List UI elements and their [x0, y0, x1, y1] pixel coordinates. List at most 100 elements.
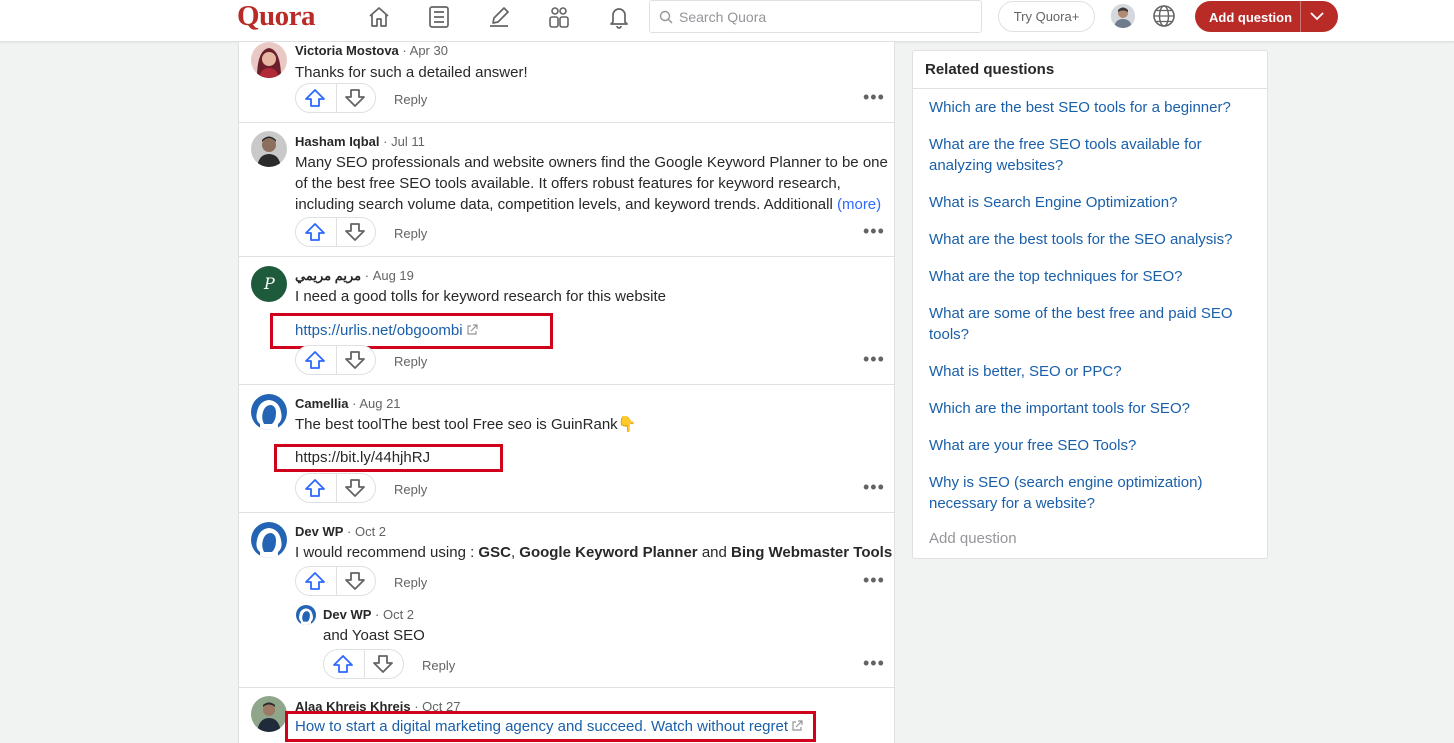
- add-question-link[interactable]: Add question: [929, 530, 1017, 547]
- related-questions-title: Related questions: [925, 61, 1055, 78]
- avatar[interactable]: [251, 131, 287, 167]
- notifications-icon[interactable]: [604, 3, 634, 31]
- comment-text-line: including search volume data, competitio…: [295, 194, 881, 215]
- more-options-icon[interactable]: •••: [863, 478, 885, 496]
- avatar[interactable]: [251, 42, 287, 78]
- reply-button[interactable]: Reply: [394, 92, 427, 107]
- comment-link[interactable]: https://urlis.net/obgoombi: [295, 322, 478, 340]
- quora-logo[interactable]: Quora: [237, 0, 316, 33]
- vote-divider: [364, 650, 365, 678]
- more-options-icon[interactable]: •••: [863, 350, 885, 368]
- comment-date: · Jul 11: [383, 134, 425, 149]
- comment-link[interactable]: https://bit.ly/44hjhRJ: [295, 449, 430, 466]
- commenter-name[interactable]: مريم مريمي: [295, 268, 361, 283]
- comment-link[interactable]: How to start a digital marketing agency …: [295, 718, 803, 736]
- vote-group: [295, 217, 376, 247]
- add-question-label: Add question: [1209, 10, 1293, 25]
- commenter-name[interactable]: Hasham Iqbal: [295, 134, 380, 149]
- commenter-name[interactable]: Dev WP: [323, 607, 371, 622]
- add-question-divider: [1300, 1, 1301, 32]
- related-question-link[interactable]: What are some of the best free and paid …: [929, 303, 1249, 345]
- comment: Alaa Khreis Khreis · Oct 27 How to start…: [239, 688, 894, 743]
- more-options-icon[interactable]: •••: [863, 88, 885, 106]
- comment-date: · Aug 21: [352, 396, 401, 411]
- related-question-link[interactable]: What is better, SEO or PPC?: [929, 361, 1249, 382]
- downvote-icon[interactable]: [372, 654, 394, 678]
- downvote-icon[interactable]: [344, 88, 366, 112]
- vote-group: [295, 83, 376, 113]
- avatar[interactable]: [251, 522, 287, 558]
- commenter-name[interactable]: Dev WP: [295, 524, 343, 539]
- answer-icon[interactable]: [484, 3, 514, 31]
- more-options-icon[interactable]: •••: [863, 222, 885, 240]
- related-question-link[interactable]: Why is SEO (search engine optimization) …: [929, 472, 1249, 514]
- comment-text: The best toolThe best tool Free seo is G…: [295, 416, 637, 433]
- commenter-name[interactable]: Victoria Mostova: [295, 43, 399, 58]
- try-quora-plus-button[interactable]: Try Quora+: [998, 1, 1095, 32]
- reply-button[interactable]: Reply: [394, 226, 427, 241]
- vote-divider: [336, 346, 337, 374]
- spaces-icon[interactable]: [544, 3, 574, 31]
- upvote-icon[interactable]: [304, 88, 326, 112]
- comment-text: I need a good tolls for keyword research…: [295, 288, 667, 305]
- comment-text-bold: GSC: [478, 544, 511, 561]
- comment-link-text[interactable]: How to start a digital marketing agency …: [295, 718, 788, 735]
- reply-button[interactable]: Reply: [394, 482, 427, 497]
- downvote-icon[interactable]: [344, 478, 366, 502]
- reply-button[interactable]: Reply: [394, 354, 427, 369]
- more-options-icon[interactable]: •••: [863, 654, 885, 672]
- avatar[interactable]: [251, 696, 287, 732]
- avatar[interactable]: [296, 605, 316, 625]
- upvote-icon[interactable]: [304, 350, 326, 374]
- related-question-link[interactable]: What are your free SEO Tools?: [929, 435, 1249, 456]
- vote-group: [295, 345, 376, 375]
- chevron-down-icon[interactable]: [1309, 8, 1325, 27]
- comment-text-part: and: [697, 544, 732, 561]
- language-globe-icon[interactable]: [1152, 4, 1176, 32]
- upvote-icon[interactable]: [304, 222, 326, 246]
- vote-group: [295, 473, 376, 503]
- vote-divider: [336, 474, 337, 502]
- comment-text-bold: Bing Webmaster Tools: [731, 544, 893, 561]
- more-link[interactable]: (more): [837, 196, 881, 213]
- comment-date: · Aug 19: [364, 268, 414, 283]
- downvote-icon[interactable]: [344, 222, 366, 246]
- comment-text: Thanks for such a detailed answer!: [295, 64, 528, 81]
- vote-group: [295, 566, 376, 596]
- related-question-link[interactable]: What are the top techniques for SEO?: [929, 266, 1249, 287]
- upvote-icon[interactable]: [304, 478, 326, 502]
- comment-text-line: Many SEO professionals and website owner…: [295, 154, 888, 171]
- comment-text: and Yoast SEO: [323, 627, 425, 644]
- comment-link-text[interactable]: https://urlis.net/obgoombi: [295, 322, 463, 339]
- reply-button[interactable]: Reply: [394, 575, 427, 590]
- related-question-link[interactable]: What are the best tools for the SEO anal…: [929, 229, 1249, 250]
- related-question-link[interactable]: Which are the best SEO tools for a begin…: [929, 97, 1249, 118]
- add-question-button[interactable]: Add question: [1195, 1, 1338, 32]
- comments-panel: Victoria Mostova · Apr 30 Thanks for suc…: [238, 42, 895, 743]
- commenter-name[interactable]: Camellia: [295, 396, 348, 411]
- downvote-icon[interactable]: [344, 571, 366, 595]
- related-question-link[interactable]: What is Search Engine Optimization?: [929, 192, 1249, 213]
- comment-text: I would recommend using : GSC, Google Ke…: [295, 542, 892, 563]
- vote-divider: [336, 567, 337, 595]
- comment: Victoria Mostova · Apr 30 Thanks for suc…: [239, 42, 894, 123]
- avatar[interactable]: P: [251, 266, 287, 302]
- user-avatar[interactable]: [1111, 4, 1135, 28]
- related-question-link[interactable]: Which are the important tools for SEO?: [929, 398, 1249, 419]
- more-options-icon[interactable]: •••: [863, 571, 885, 589]
- comment-text-bold: Google Keyword Planner: [519, 544, 698, 561]
- related-question-link[interactable]: What are the free SEO tools available fo…: [929, 134, 1249, 176]
- top-nav-bar: Quora Search Quora Try Quora+ Add questi…: [0, 0, 1454, 42]
- comment-text-truncated: including search volume data, competitio…: [295, 196, 833, 213]
- home-icon[interactable]: [364, 3, 394, 31]
- avatar[interactable]: [251, 394, 287, 430]
- following-icon[interactable]: [424, 3, 454, 31]
- vote-divider: [336, 218, 337, 246]
- comment: P مريم مريمي · Aug 19 I need a good toll…: [239, 257, 894, 385]
- reply-button[interactable]: Reply: [422, 658, 455, 673]
- upvote-icon[interactable]: [332, 654, 354, 678]
- upvote-icon[interactable]: [304, 571, 326, 595]
- downvote-icon[interactable]: [344, 350, 366, 374]
- search-input[interactable]: Search Quora: [649, 0, 982, 33]
- comment-text-part: I would recommend using :: [295, 544, 479, 561]
